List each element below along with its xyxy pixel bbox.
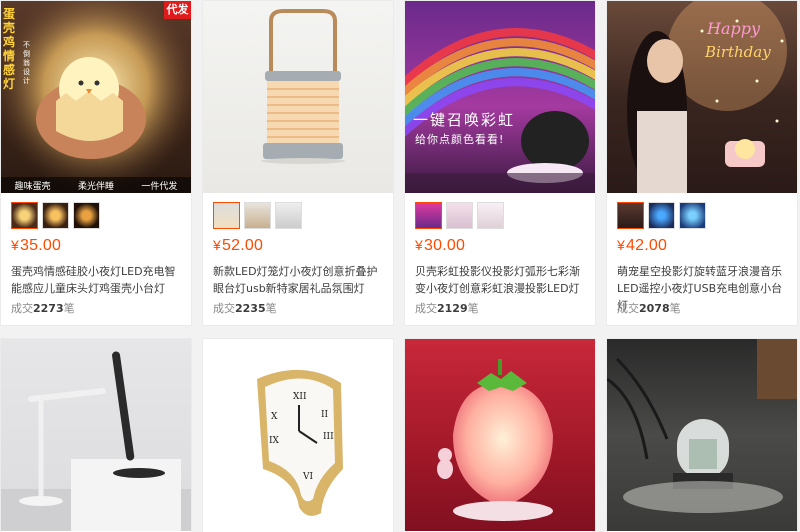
product-card[interactable] xyxy=(404,338,596,532)
product-image[interactable] xyxy=(203,1,393,193)
price-value: 35.00 xyxy=(20,237,62,254)
currency-symbol: ¥ xyxy=(11,237,19,253)
product-card[interactable]: XII II III X IX VI xyxy=(202,338,394,532)
sales-count: 2235 xyxy=(235,302,266,315)
price-value: 30.00 xyxy=(424,237,466,254)
strawberry-lamp-illustration xyxy=(437,359,553,521)
jar-lamp-illustration xyxy=(607,339,797,513)
product-price: ¥30.00 xyxy=(415,237,465,255)
image-bottom-text: 趣味蛋壳 xyxy=(14,181,51,192)
sales-unit: 笔 xyxy=(63,302,75,315)
thumbnail[interactable] xyxy=(415,202,442,229)
image-birthday-text: Birthday xyxy=(705,43,771,61)
egg-lamp-illustration xyxy=(1,1,191,193)
product-card[interactable]: ¥52.00 新款LED灯笼灯小夜灯创意折叠护眼台灯usb新特家居礼品氛围灯 成… xyxy=(202,0,394,326)
price-value: 42.00 xyxy=(626,237,668,254)
sales-info: 成交2273笔 xyxy=(11,300,75,316)
image-subline: 给你点颜色看看! xyxy=(415,133,505,146)
sales-label: 成交 xyxy=(617,302,639,315)
product-title[interactable]: 新款LED灯笼灯小夜灯创意折叠护眼台灯usb新特家居礼品氛围灯 xyxy=(213,263,385,297)
thumbnail[interactable] xyxy=(11,202,38,229)
image-bottom-text: 一件代发 xyxy=(141,181,178,192)
sales-label: 成交 xyxy=(415,302,437,315)
sales-label: 成交 xyxy=(11,302,33,315)
currency-symbol: ¥ xyxy=(213,237,221,253)
product-image[interactable]: XII II III X IX VI xyxy=(203,339,393,531)
product-price: ¥35.00 xyxy=(11,237,61,255)
sales-count: 2273 xyxy=(33,302,64,315)
svg-text:XII: XII xyxy=(293,392,307,402)
image-happy-text: Happy xyxy=(707,19,761,38)
sales-info: 成交2235笔 xyxy=(213,300,277,316)
product-image[interactable] xyxy=(405,339,595,531)
rainbow-projector-illustration xyxy=(405,28,595,193)
thumbnail[interactable] xyxy=(244,202,271,229)
svg-text:II: II xyxy=(321,410,329,420)
thumbnail-strip xyxy=(415,202,504,229)
product-image[interactable] xyxy=(1,339,191,531)
image-bottom-strip: 趣味蛋壳 柔光伴睡 一件代发 xyxy=(1,177,191,193)
product-card[interactable]: Happy Birthday ¥42.00 萌宠星空投影灯旋转蓝牙浪漫音乐LED… xyxy=(606,0,798,326)
sales-info: 成交2078笔 xyxy=(617,300,681,316)
thumbnail[interactable] xyxy=(42,202,69,229)
melting-clock-illustration: XIIIIIII XIXVI xyxy=(257,369,343,516)
sales-count: 2078 xyxy=(639,302,670,315)
sales-count: 2129 xyxy=(437,302,468,315)
product-image[interactable]: 一键召唤彩虹 给你点颜色看看! xyxy=(405,1,595,193)
currency-symbol: ¥ xyxy=(415,237,423,253)
product-image[interactable] xyxy=(607,339,797,531)
thumbnail-strip xyxy=(213,202,302,229)
product-image[interactable]: 蛋壳鸡情感灯 不倒翁设计 代发 趣味蛋壳 柔光伴睡 一件代发 xyxy=(1,1,191,193)
svg-text:VI: VI xyxy=(302,472,313,482)
desk-lamp-illustration xyxy=(1,351,191,531)
product-card[interactable]: 一键召唤彩虹 给你点颜色看看! ¥30.00 贝壳彩虹投影仪投影灯弧形七彩渐变小… xyxy=(404,0,596,326)
svg-text:III: III xyxy=(323,432,334,442)
thumbnail[interactable] xyxy=(275,202,302,229)
product-price: ¥42.00 xyxy=(617,237,667,255)
svg-text:IX: IX xyxy=(269,436,280,446)
currency-symbol: ¥ xyxy=(617,237,625,253)
thumbnail[interactable] xyxy=(679,202,706,229)
thumbnail[interactable] xyxy=(617,202,644,229)
product-price: ¥52.00 xyxy=(213,237,263,255)
sales-unit: 笔 xyxy=(669,302,681,315)
image-headline: 一键召唤彩虹 xyxy=(413,111,516,129)
sales-label: 成交 xyxy=(213,302,235,315)
product-title[interactable]: 贝壳彩虹投影仪投影灯弧形七彩渐变小夜灯创意彩虹浪漫投影LED灯 xyxy=(415,263,587,297)
thumbnail[interactable] xyxy=(446,202,473,229)
thumbnail[interactable] xyxy=(648,202,675,229)
price-value: 52.00 xyxy=(222,237,264,254)
sales-unit: 笔 xyxy=(265,302,277,315)
svg-text:X: X xyxy=(271,412,278,422)
lantern-lamp-illustration xyxy=(261,9,345,164)
product-title[interactable]: 蛋壳鸡情感硅胶小夜灯LED充电智能感应儿童床头灯鸡蛋壳小台灯 xyxy=(11,263,183,297)
thumbnail[interactable] xyxy=(213,202,240,229)
thumbnail[interactable] xyxy=(477,202,504,229)
product-card[interactable] xyxy=(606,338,798,532)
thumbnail-strip xyxy=(617,202,706,229)
product-card[interactable]: 蛋壳鸡情感灯 不倒翁设计 代发 趣味蛋壳 柔光伴睡 一件代发 ¥35.00 蛋壳… xyxy=(0,0,192,326)
sales-unit: 笔 xyxy=(467,302,479,315)
daifa-badge: 代发 xyxy=(164,1,191,19)
thumbnail-strip xyxy=(11,202,100,229)
image-small-text: 不倒翁设计 xyxy=(23,41,30,85)
image-vertical-text: 蛋壳鸡情感灯 xyxy=(3,7,16,91)
sales-info: 成交2129笔 xyxy=(415,300,479,316)
star-projector-illustration xyxy=(627,1,787,193)
image-bottom-text: 柔光伴睡 xyxy=(77,181,114,192)
product-card[interactable] xyxy=(0,338,192,532)
thumbnail[interactable] xyxy=(73,202,100,229)
product-image[interactable]: Happy Birthday xyxy=(607,1,797,193)
